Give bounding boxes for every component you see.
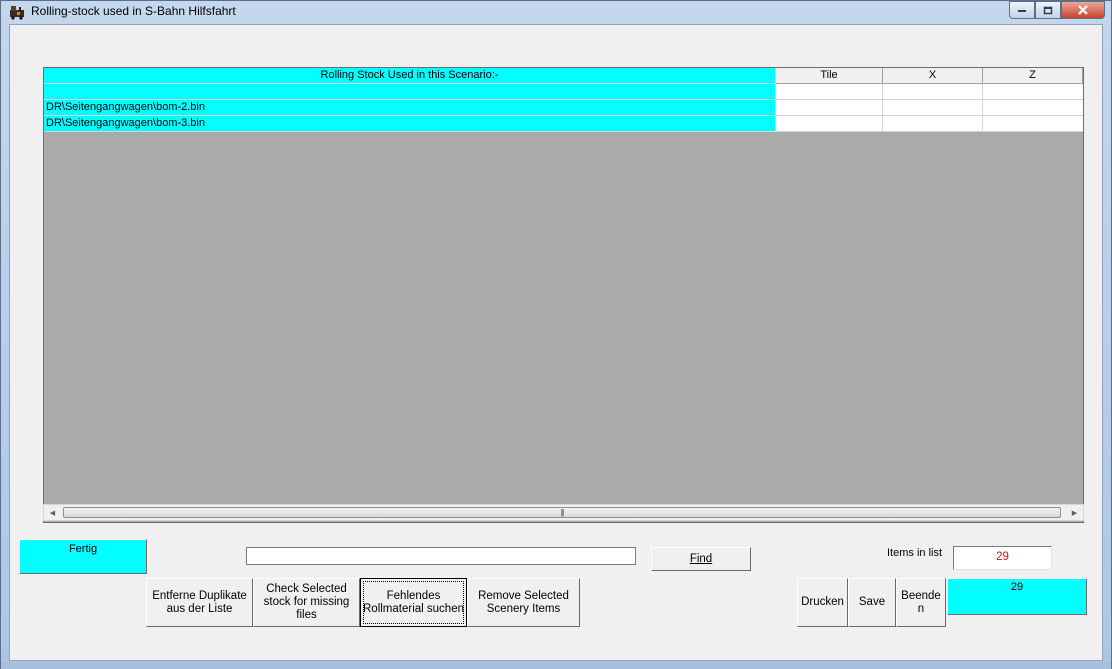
exit-button[interactable]: Beende n	[896, 578, 946, 627]
find-button[interactable]: Find	[651, 547, 751, 571]
cell-z[interactable]	[983, 100, 1083, 116]
remove-duplicates-label-line2: aus der Liste	[166, 602, 233, 615]
minimize-button[interactable]	[1009, 1, 1035, 19]
remove-duplicates-label-line1: Entferne Duplikate	[152, 589, 247, 602]
cell-z[interactable]	[983, 116, 1083, 132]
print-button[interactable]: Drucken	[797, 578, 848, 627]
cell-rolling-stock[interactable]	[44, 84, 776, 100]
summary-count-box: 29	[947, 578, 1087, 615]
cell-z[interactable]	[983, 84, 1083, 100]
column-header-z[interactable]: Z	[983, 68, 1083, 84]
minimize-icon	[1018, 10, 1026, 12]
items-in-list-count: 29	[953, 546, 1052, 570]
exit-label-line2: n	[917, 602, 925, 615]
find-missing-rolling-stock-button[interactable]: Fehlendes Rollmaterial suchen	[360, 578, 467, 627]
cell-tile[interactable]	[776, 116, 883, 132]
close-button[interactable]	[1061, 1, 1105, 19]
cell-tile[interactable]	[776, 100, 883, 116]
focus-rectangle	[363, 581, 464, 624]
table-row[interactable]: DR\Seitengangwagen\bom-3.bin	[44, 116, 1083, 132]
remove-selected-scenery-button[interactable]: Remove Selected Scenery Items	[467, 578, 580, 627]
horizontal-scrollbar[interactable]: ◀ ||| ▶	[43, 504, 1084, 521]
application-window: Rolling-stock used in S-Bahn Hilfsfahrt …	[0, 0, 1112, 669]
grid-header-row: Rolling Stock Used in this Scenario:- Ti…	[44, 68, 1083, 84]
cell-x[interactable]	[883, 100, 983, 116]
client-area: Rolling Stock Used in this Scenario:- Ti…	[9, 24, 1103, 661]
scroll-left-icon[interactable]: ◀	[44, 505, 61, 520]
print-button-label: Drucken	[801, 596, 844, 608]
cell-x[interactable]	[883, 116, 983, 132]
check-selected-label-line2: stock for missing files	[263, 596, 350, 621]
cell-x[interactable]	[883, 84, 983, 100]
locomotive-icon	[9, 4, 25, 20]
find-button-label: Find	[689, 552, 713, 565]
grip-icon: |||	[560, 507, 564, 517]
table-row[interactable]: DR\Seitengangwagen\bom-2.bin	[44, 100, 1083, 116]
scroll-right-icon[interactable]: ▶	[1066, 505, 1083, 520]
maximize-button[interactable]	[1035, 1, 1061, 19]
cell-rolling-stock[interactable]: DR\Seitengangwagen\bom-2.bin	[44, 100, 776, 116]
cell-tile[interactable]	[776, 84, 883, 100]
save-button-label: Save	[858, 596, 886, 608]
check-selected-stock-button[interactable]: Check Selected stock for missing files	[253, 578, 360, 627]
save-button[interactable]: Save	[848, 578, 896, 627]
close-icon	[1078, 5, 1088, 15]
check-selected-label-line1: Check Selected	[266, 583, 347, 595]
window-title: Rolling-stock used in S-Bahn Hilfsfahrt	[31, 4, 236, 18]
remove-duplicates-button[interactable]: Entferne Duplikate aus der Liste	[146, 578, 253, 627]
remove-selected-label-line2: Scenery Items	[486, 602, 561, 615]
caption-buttons	[1009, 1, 1105, 19]
table-row[interactable]	[44, 84, 1083, 100]
status-indicator: Fertig	[19, 539, 147, 574]
column-header-rolling-stock[interactable]: Rolling Stock Used in this Scenario:-	[44, 68, 776, 84]
items-in-list-label: Items in list	[887, 547, 943, 559]
title-bar[interactable]: Rolling-stock used in S-Bahn Hilfsfahrt	[1, 1, 1111, 23]
cell-rolling-stock[interactable]: DR\Seitengangwagen\bom-3.bin	[44, 116, 776, 132]
column-header-tile[interactable]: Tile	[776, 68, 883, 84]
window-bottom-border	[1, 662, 1111, 669]
scrollbar-thumb[interactable]: |||	[63, 507, 1061, 518]
exit-label-line1: Beende	[901, 589, 941, 602]
rolling-stock-grid[interactable]: Rolling Stock Used in this Scenario:- Ti…	[43, 67, 1084, 523]
column-header-x[interactable]: X	[883, 68, 983, 84]
remove-selected-label-line1: Remove Selected	[478, 589, 569, 602]
maximize-icon	[1043, 6, 1053, 14]
search-input[interactable]	[246, 547, 636, 565]
